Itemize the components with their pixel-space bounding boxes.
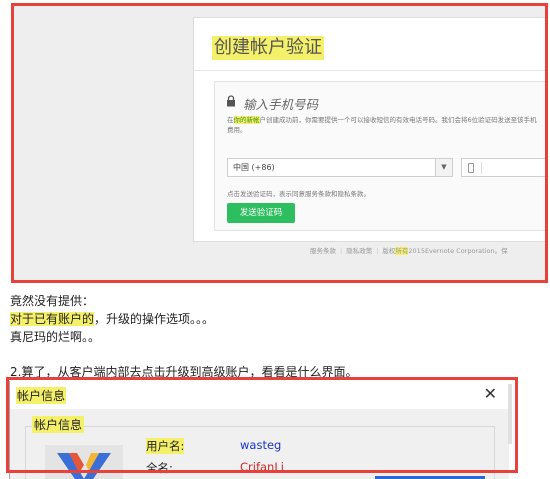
- country-value: 中国 (+86): [233, 163, 275, 172]
- account-dialog-screenshot: 帐户信息 ✕ 帐户信息 用户名: wasteg 全名: CrifanLi: [9, 381, 509, 479]
- article-line-4: 2.算了，从客户端内部去点击升级到高级账户，看看是什么界面。: [10, 365, 358, 378]
- group-title: 帐户信息: [32, 416, 85, 433]
- evernote-logo-icon: [57, 453, 111, 479]
- terms-notice: 点击发送验证码，表示同意服务条款和隐私条款。: [227, 190, 370, 198]
- article-line-1: 竟然没有提供：: [10, 294, 95, 308]
- mobile-phone-icon: [468, 163, 474, 173]
- phone-number-input[interactable]: [461, 158, 546, 177]
- page-title: 创建帐户验证: [212, 36, 324, 60]
- signup-screenshot: 创建帐户验证 输入手机号码 在你的新帐户创建成功前，你需要提供一个可以接收短信的…: [13, 4, 546, 281]
- article-line-2: 对于已有账户的，升级的操作选项。。。: [10, 312, 215, 326]
- country-select[interactable]: 中国 (+86) ▼: [227, 158, 453, 177]
- dialog-title: 帐户信息: [16, 387, 67, 404]
- article-line-3: 真尼玛的烂啊。。: [10, 330, 101, 344]
- field-separator: [481, 162, 482, 174]
- dialog-titlebar: 帐户信息 ✕: [10, 381, 509, 409]
- send-code-button[interactable]: 发送验证码: [227, 203, 295, 223]
- description-text-line2: 费用。: [227, 126, 247, 134]
- evernote-logo: [45, 445, 123, 479]
- scrollbar[interactable]: [508, 384, 512, 444]
- phone-panel: 输入手机号码 在你的新帐户创建成功前，你需要提供一个可以接收短信的有效电话号码。…: [214, 81, 546, 231]
- page-footer: 服务条款 | 隐私政策 | 版权所有2015Evernote Corporation。保: [310, 247, 508, 255]
- fullname-label: 全名:: [146, 461, 173, 475]
- username-value: wasteg: [240, 438, 282, 452]
- footer-copyright: 版权所有2015Evernote Corporation。保: [382, 247, 508, 255]
- description-text: 在你的新帐户创建成功前，你需要提供一个可以接收短信的有效电话号码。我们会将6位验…: [227, 116, 537, 124]
- verification-card: 创建帐户验证 输入手机号码 在你的新帐户创建成功前，你需要提供一个可以接收短信的…: [193, 17, 546, 242]
- lock-icon: [227, 95, 235, 107]
- fullname-value: CrifanLi: [240, 460, 284, 474]
- close-icon[interactable]: ✕: [484, 384, 497, 404]
- footer-terms-link[interactable]: 服务条款: [310, 247, 336, 255]
- divider: [194, 70, 546, 71]
- section-title: 输入手机号码: [243, 97, 319, 112]
- chevron-down-icon[interactable]: ▼: [435, 159, 452, 176]
- footer-privacy-link[interactable]: 隐私政策: [346, 247, 372, 255]
- username-label: 用户名:: [146, 438, 185, 454]
